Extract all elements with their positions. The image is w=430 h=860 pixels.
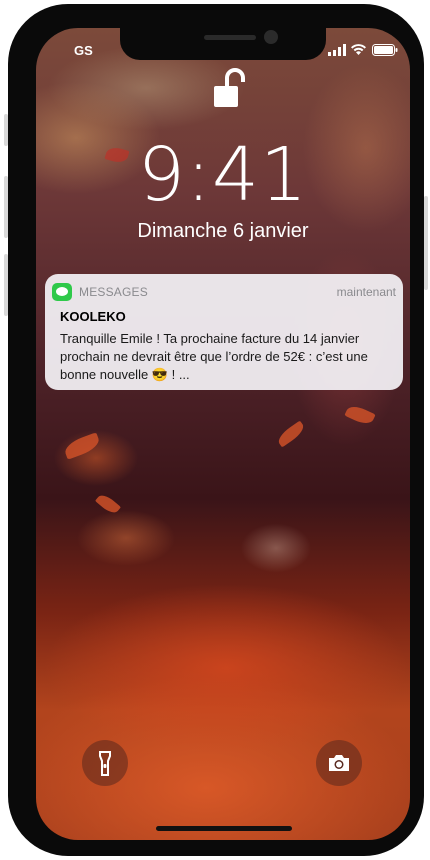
notification-message-body: Tranquille Emile ! Ta prochaine facture … [60, 331, 368, 382]
unlocked-padlock-icon [214, 68, 245, 107]
lock-screen[interactable]: GS 9:41 Dimanche 6 janvier MESSAGES main… [36, 28, 410, 840]
camera-button[interactable] [316, 740, 362, 786]
messages-app-icon [52, 283, 72, 301]
battery-icon [372, 44, 398, 56]
wallpaper-leaf [94, 491, 122, 517]
side-power-button[interactable] [424, 196, 428, 290]
flashlight-button[interactable] [82, 740, 128, 786]
lock-screen-date: Dimanche 6 janvier [137, 220, 309, 242]
front-camera [264, 30, 278, 44]
flashlight-icon [99, 751, 111, 776]
notch [120, 28, 326, 60]
notification-time: maintenant [336, 285, 396, 299]
notification-app-name: MESSAGES [79, 285, 148, 299]
lock-screen-time: 9:41 [137, 132, 309, 218]
wallpaper-leaf [62, 432, 102, 460]
phone-frame: GS 9:41 Dimanche 6 janvier MESSAGES main… [8, 4, 424, 856]
notification-sender: KOOLEKO [60, 309, 126, 324]
wallpaper-leaf [344, 402, 376, 428]
message-notification[interactable]: MESSAGES maintenant KOOLEKO Tranquille E… [45, 274, 403, 390]
signal-bars-icon [328, 44, 346, 56]
notification-header: MESSAGES maintenant [52, 282, 396, 302]
carrier-label: GS [74, 43, 93, 58]
home-indicator[interactable] [156, 826, 292, 831]
camera-icon [329, 755, 349, 771]
wifi-icon [351, 44, 366, 55]
earpiece-speaker [204, 35, 256, 40]
wallpaper-leaf [275, 420, 307, 448]
